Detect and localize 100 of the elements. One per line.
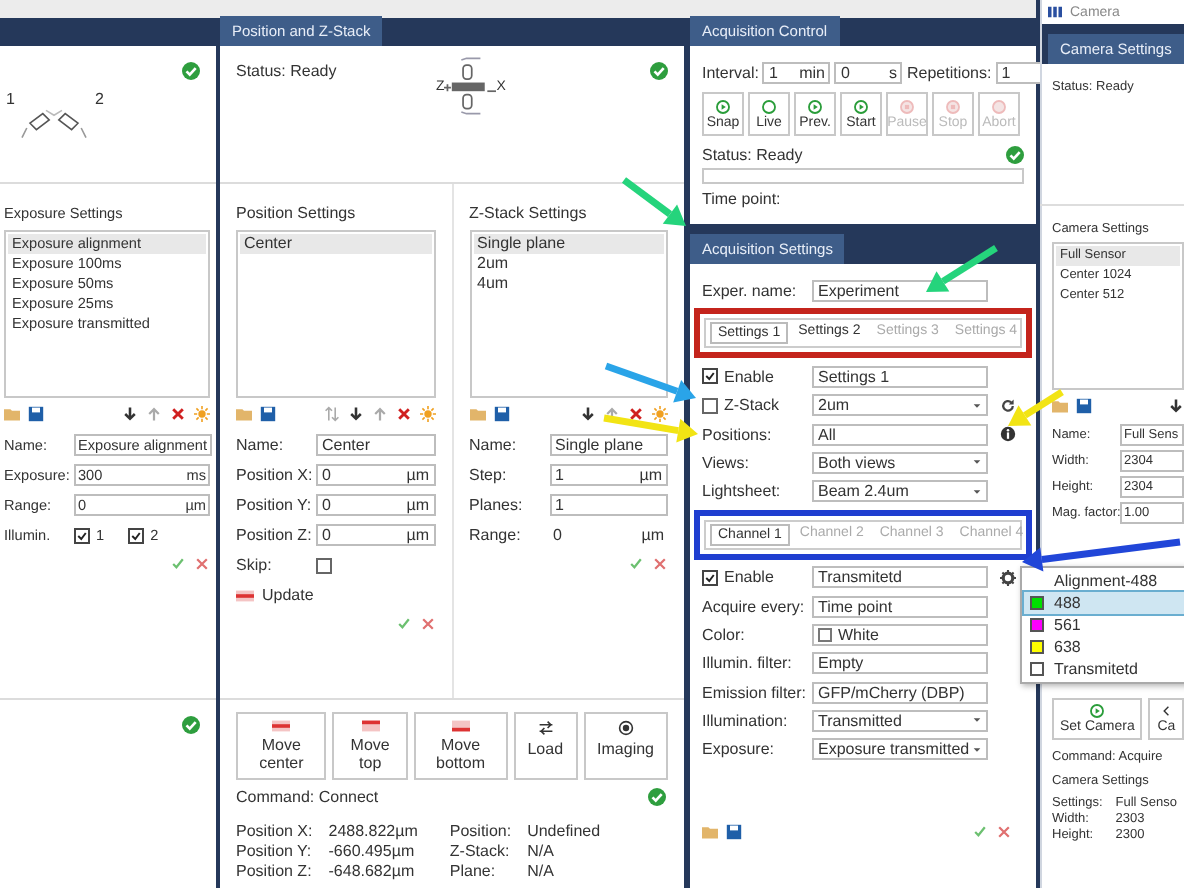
text-field[interactable]: All — [812, 423, 988, 446]
down-arrow-icon[interactable] — [122, 406, 138, 422]
text-field[interactable]: 1 µm — [549, 464, 668, 486]
cancel-icon[interactable] — [996, 823, 1012, 840]
annotation-arrow — [926, 245, 998, 292]
checkbox[interactable] — [702, 368, 718, 385]
text-field[interactable]: Center — [316, 434, 435, 456]
list-item[interactable]: 2um — [473, 254, 664, 274]
field-label: Positions: — [702, 425, 774, 444]
save-icon[interactable] — [726, 823, 742, 840]
field-label: Lightsheet: — [702, 482, 783, 501]
dropdown[interactable]: Transmitted — [812, 709, 988, 732]
field-label: Illumin. filter: — [702, 654, 794, 673]
stage-button[interactable]: Move center — [236, 712, 327, 780]
menu-item[interactable]: Transmitetd — [1024, 658, 1184, 680]
caret-icon — [972, 487, 982, 496]
field-label: Planes: — [469, 496, 525, 514]
text-field[interactable]: Empty — [812, 652, 988, 675]
color-picker[interactable]: White — [812, 624, 988, 647]
ready-check-icon — [648, 788, 666, 806]
field-label: Illumination: — [702, 711, 790, 730]
checkbox[interactable] — [702, 397, 718, 414]
checkbox[interactable] — [702, 569, 718, 586]
stage-icon — [361, 720, 380, 732]
ready-check-icon — [650, 62, 668, 80]
previous-icon — [808, 99, 822, 113]
field-label: Name: — [236, 436, 286, 454]
field-label: Position Z: — [236, 526, 314, 544]
list-item[interactable]: Single plane — [473, 234, 664, 254]
time-point-text: Time point: — [702, 190, 783, 208]
text-field[interactable]: Transmitetd — [812, 566, 988, 589]
menu-item[interactable]: 488 — [1024, 592, 1184, 614]
minutes-field[interactable]: 1 min — [762, 61, 831, 83]
text-field[interactable]: Single plane — [549, 434, 668, 456]
list-item[interactable]: Center — [240, 234, 431, 254]
save-icon[interactable] — [1076, 398, 1092, 414]
stage-button[interactable]: Move bottom — [413, 712, 508, 780]
seconds-field[interactable]: 0 s — [834, 61, 903, 83]
checkbox[interactable] — [128, 527, 145, 543]
readout-value: N/A — [527, 842, 556, 860]
list-item[interactable]: 4um — [473, 274, 664, 294]
down-arrow-icon[interactable] — [1168, 398, 1184, 414]
readout-value: -648.682µm — [328, 862, 417, 880]
readout-label: Position: — [449, 822, 512, 840]
back-icon — [1159, 704, 1174, 718]
caret-icon — [972, 458, 982, 467]
delete-icon[interactable] — [170, 406, 186, 422]
dropdown[interactable]: Both views — [812, 451, 988, 474]
pause-icon — [900, 99, 914, 113]
unit-text: µm — [641, 526, 664, 544]
readout-label: Z-Stack: — [449, 842, 512, 860]
caret-icon — [972, 401, 982, 410]
down-arrow-icon[interactable] — [580, 406, 596, 422]
field-label: Acquire every: — [702, 597, 807, 616]
text-field[interactable]: 1 — [549, 494, 668, 516]
field-label: Repetitions: — [906, 63, 992, 81]
objective-label: 1 — [6, 90, 15, 108]
annotation-arrow — [1008, 389, 1064, 426]
menu-item[interactable]: Alignment-488 — [1024, 570, 1184, 592]
dropdown[interactable]: Exposure transmitted — [812, 738, 988, 761]
info-icon[interactable] — [1000, 426, 1016, 443]
cancel-icon[interactable] — [652, 556, 668, 572]
save-icon[interactable] — [260, 406, 276, 422]
stage-icon — [272, 720, 291, 732]
play-icon — [854, 99, 868, 113]
menu-item[interactable]: 638 — [1024, 636, 1184, 658]
dropdown[interactable]: 2um — [812, 394, 988, 417]
text-field[interactable]: 0 µm — [316, 464, 435, 486]
menu-item[interactable]: 561 — [1024, 614, 1184, 636]
stage-button[interactable]: Move top — [332, 712, 408, 780]
play-icon — [1090, 704, 1105, 718]
gear-icon[interactable] — [1000, 569, 1016, 586]
cancel-icon[interactable] — [194, 556, 210, 572]
snap-icon — [716, 99, 730, 113]
save-icon[interactable] — [28, 406, 44, 422]
delete-icon[interactable] — [395, 406, 411, 422]
delete-icon[interactable] — [628, 406, 644, 422]
dropdown[interactable]: Beam 2.4um — [812, 480, 988, 503]
text-field[interactable]: 0 µm — [316, 494, 435, 516]
field-label: Views: — [702, 453, 751, 472]
annotation-arrow — [621, 177, 686, 226]
checkbox[interactable] — [74, 527, 90, 543]
text-field[interactable]: Experiment — [812, 279, 988, 302]
range-value: 0 — [553, 526, 562, 544]
command-text: Command: Connect — [236, 788, 379, 806]
field-label: Range: — [469, 526, 523, 544]
readout-label: Position Y: — [236, 842, 313, 860]
update-button[interactable]: Update — [236, 586, 314, 604]
stage-button[interactable]: Load — [513, 712, 578, 780]
cancel-icon[interactable] — [419, 616, 435, 632]
text-field[interactable]: 0 µm — [316, 524, 435, 546]
text-field[interactable]: Settings 1 — [812, 365, 988, 388]
down-arrow-icon[interactable] — [347, 406, 363, 422]
stage-button[interactable]: Imaging — [583, 712, 668, 780]
text-field[interactable]: Time point — [812, 595, 988, 618]
checkbox[interactable] — [316, 557, 332, 573]
save-icon[interactable] — [493, 406, 509, 422]
text-field[interactable]: GFP/mCherry (DBP) — [812, 681, 988, 704]
field-label: Position Y: — [236, 496, 314, 514]
swap-arrows-icon — [537, 720, 554, 736]
